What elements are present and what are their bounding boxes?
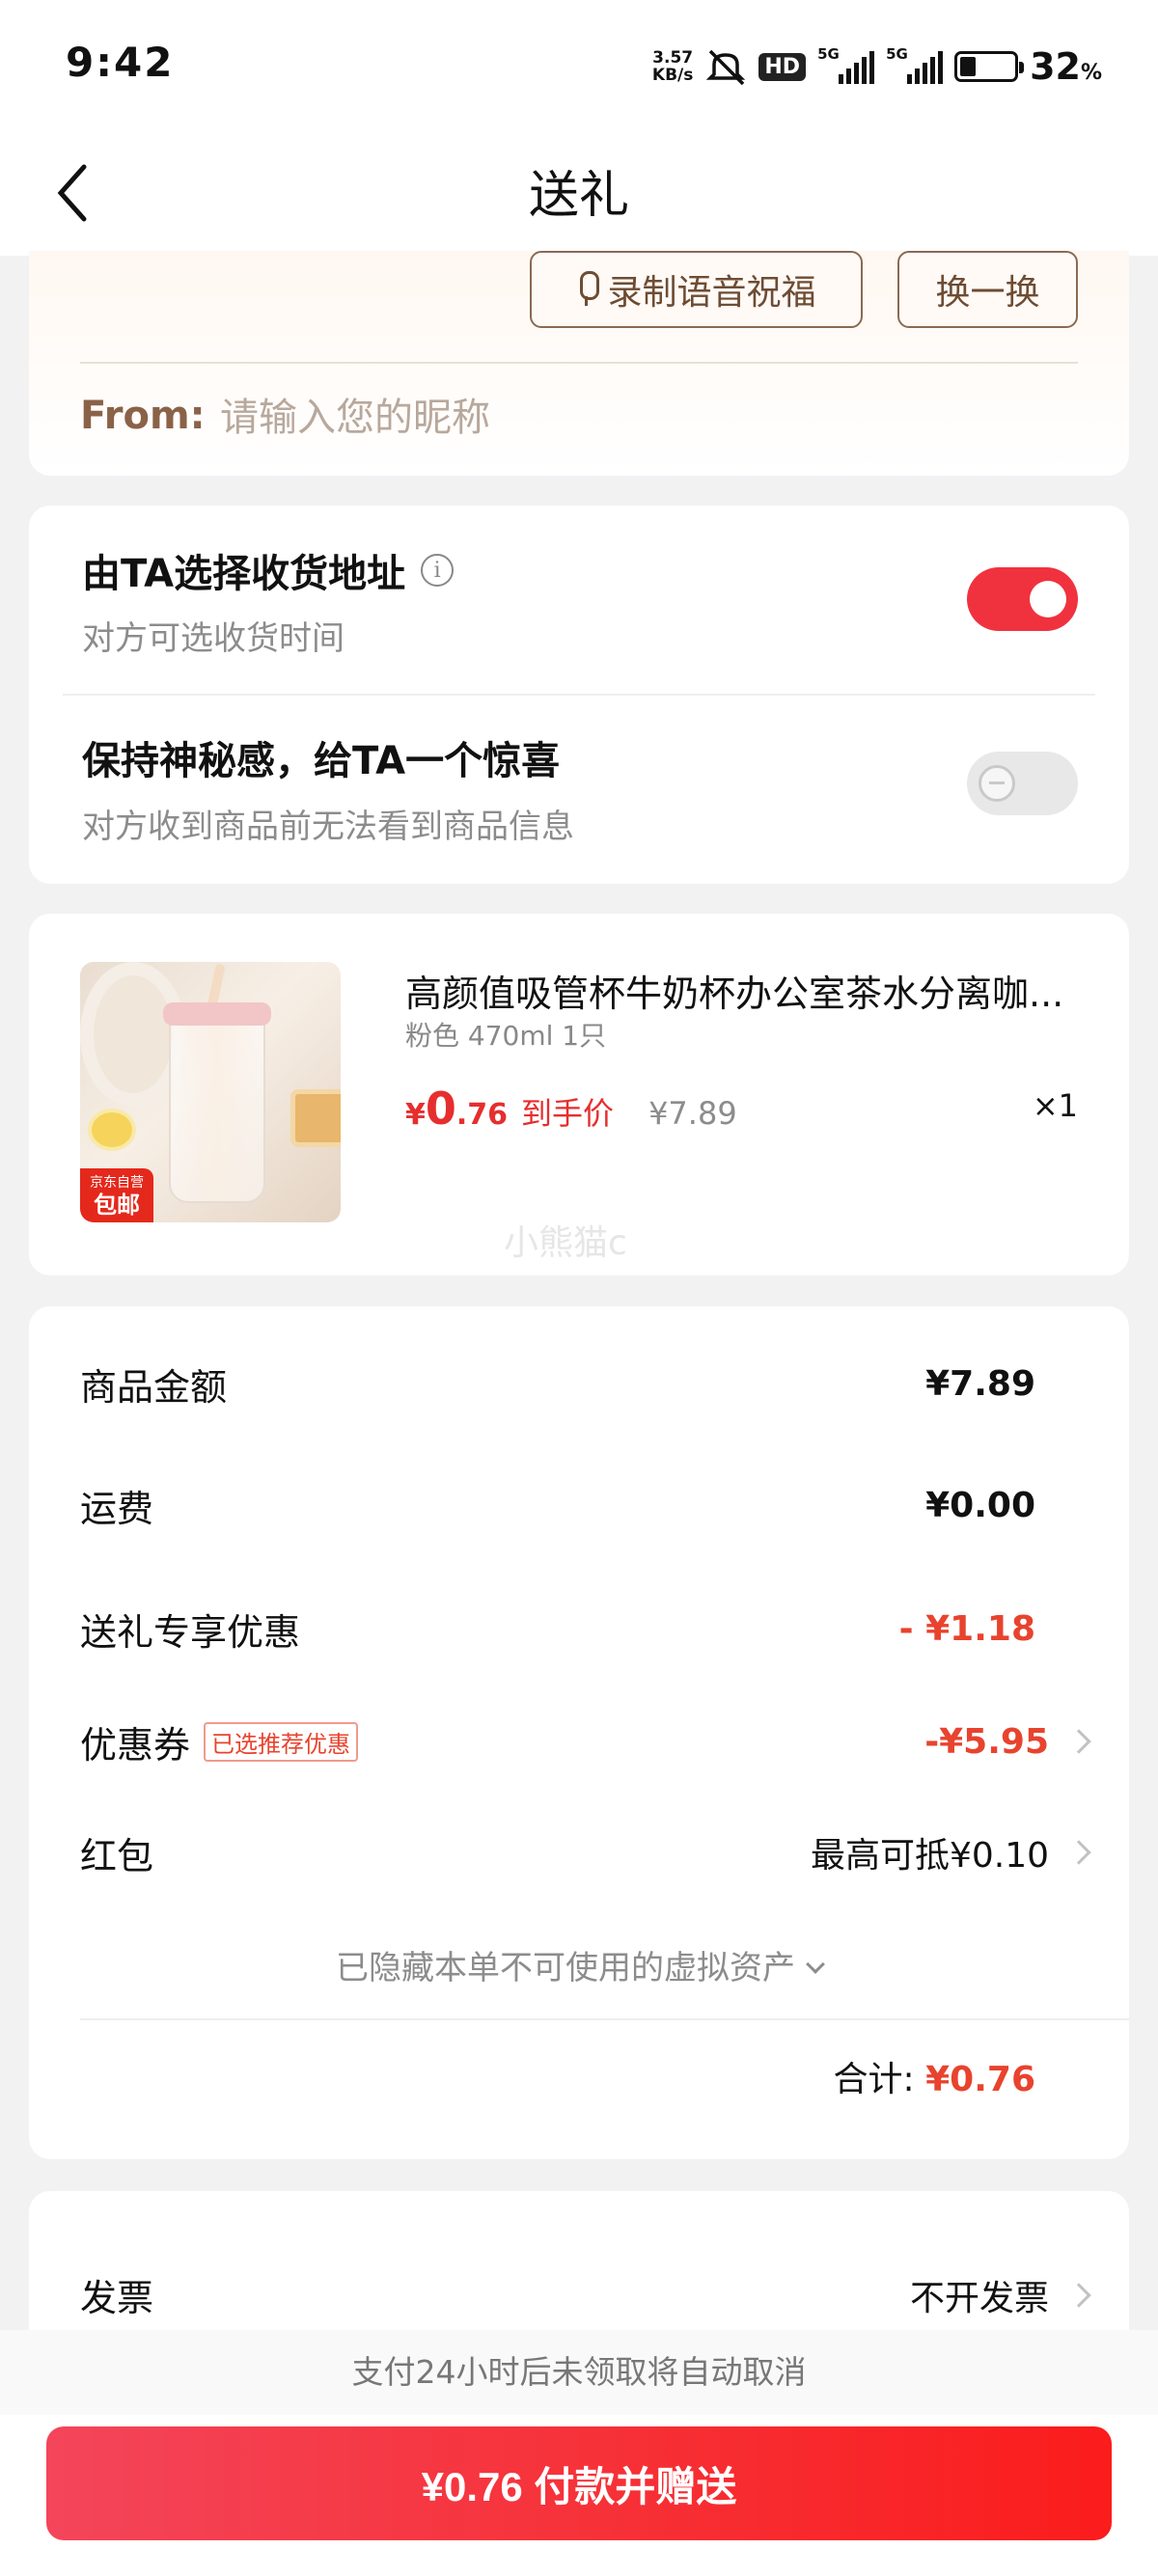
- chevron-right-icon: [1066, 1840, 1091, 1865]
- record-voice-button[interactable]: 录制语音祝福: [530, 251, 863, 328]
- total-amount: ¥0.76: [925, 2060, 1035, 2099]
- invoice-label: 发票: [80, 2277, 154, 2319]
- page-title: 送礼: [528, 167, 629, 225]
- nickname-input[interactable]: [220, 391, 896, 445]
- address-option-title: 由TA选择收货地址 i: [82, 542, 455, 598]
- surprise-option-subtitle: 对方收到商品前无法看到商品信息: [82, 808, 574, 846]
- product-quantity: ×1: [1032, 1087, 1078, 1124]
- surprise-option-title: 保持神秘感，给TA一个惊喜: [82, 739, 561, 783]
- status-bar: 9:42 3.57 KB/s HD 5G 5G 32%: [0, 0, 1158, 130]
- surprise-toggle[interactable]: [967, 752, 1078, 815]
- watermark: 小熊猫c: [504, 1223, 627, 1263]
- goods-amount-row: 商品金额 ¥7.89: [80, 1363, 1035, 1409]
- free-shipping-badge: 京东自营 包邮: [80, 1168, 153, 1222]
- net-speed: 3.57 KB/s: [651, 48, 694, 85]
- goods-amount-value: ¥7.89: [925, 1363, 1035, 1404]
- shipping-value: ¥0.00: [925, 1485, 1035, 1525]
- signal-icon: 5G: [817, 45, 875, 84]
- hd-badge: HD: [758, 52, 807, 81]
- shipping-row: 运费 ¥0.00: [80, 1485, 1035, 1530]
- hidden-assets-toggle[interactable]: 已隐藏本单不可使用的虚拟资产: [29, 1941, 1129, 1988]
- gift-discount-value: - ¥1.18: [898, 1608, 1035, 1649]
- status-time: 9:42: [66, 39, 175, 86]
- chevron-right-icon: [1066, 1729, 1091, 1754]
- battery-icon: [954, 51, 1025, 82]
- product-card[interactable]: 京东自营 包邮 高颜值吸管杯牛奶杯办公室茶水分离咖... 粉色 470ml 1只…: [29, 914, 1129, 1275]
- product-title[interactable]: 高颜值吸管杯牛奶杯办公室茶水分离咖...: [405, 964, 1081, 1017]
- from-label: From:: [80, 394, 206, 438]
- price-tag: 到手价: [521, 1095, 615, 1132]
- pay-and-gift-button[interactable]: ¥0.76 付款并赠送: [46, 2426, 1112, 2540]
- change-button[interactable]: 换一换: [897, 251, 1078, 328]
- signal-icon: 5G: [886, 45, 944, 84]
- product-price: ¥0.76 到手价 ¥7.89: [405, 1082, 737, 1135]
- price-detail-card: 商品金额 ¥7.89 运费 ¥0.00 送礼专享优惠 - ¥1.18 优惠券 已…: [29, 1306, 1129, 2159]
- address-toggle[interactable]: [967, 567, 1078, 631]
- coupon-tag: 已选推荐优惠: [204, 1721, 359, 1762]
- invoice-value: 不开发票: [910, 2270, 1091, 2320]
- blessing-card: 录制语音祝福 换一换 From:: [29, 251, 1129, 476]
- divider: [80, 2018, 1129, 2020]
- mute-bell-icon: [706, 49, 746, 86]
- chevron-right-icon: [1066, 2283, 1091, 2308]
- red-packet-value: 最高可抵¥0.10: [810, 1836, 1049, 1876]
- red-packet-row[interactable]: 红包 最高可抵¥0.10: [80, 1823, 1091, 1881]
- microphone-icon: [576, 271, 600, 308]
- product-spec: 粉色 470ml 1只: [405, 1020, 607, 1052]
- original-price: ¥7.89: [648, 1095, 737, 1132]
- total-row: 合计: ¥0.76: [833, 2060, 1035, 2099]
- gift-options-card: 由TA选择收货地址 i 对方可选收货时间 保持神秘感，给TA一个惊喜 对方收到商…: [29, 506, 1129, 884]
- bottom-bar: 支付24小时后未领取将自动取消 ¥0.76 付款并赠送: [0, 2330, 1158, 2576]
- info-icon[interactable]: i: [421, 554, 455, 587]
- address-option-row: 由TA选择收货地址 i 对方可选收货时间: [29, 506, 1129, 694]
- address-option-subtitle: 对方可选收货时间: [82, 619, 345, 658]
- coupon-value: -¥5.95: [924, 1721, 1049, 1762]
- auto-cancel-notice: 支付24小时后未领取将自动取消: [0, 2330, 1158, 2415]
- final-price: ¥0.76: [405, 1082, 509, 1135]
- surprise-option-row: 保持神秘感，给TA一个惊喜 对方收到商品前无法看到商品信息: [29, 694, 1129, 882]
- divider: [80, 362, 1078, 364]
- product-image[interactable]: 京东自营 包邮: [80, 962, 341, 1222]
- coupon-row[interactable]: 优惠券 已选推荐优惠 -¥5.95: [80, 1713, 1091, 1770]
- battery-percent: 32%: [1030, 45, 1102, 88]
- nav-bar: 送礼: [0, 130, 1158, 256]
- chevron-down-icon: [806, 1955, 825, 1974]
- gift-discount-row: 送礼专享优惠 - ¥1.18: [80, 1608, 1035, 1654]
- status-icons: 3.57 KB/s HD 5G 5G 32%: [652, 42, 1102, 91]
